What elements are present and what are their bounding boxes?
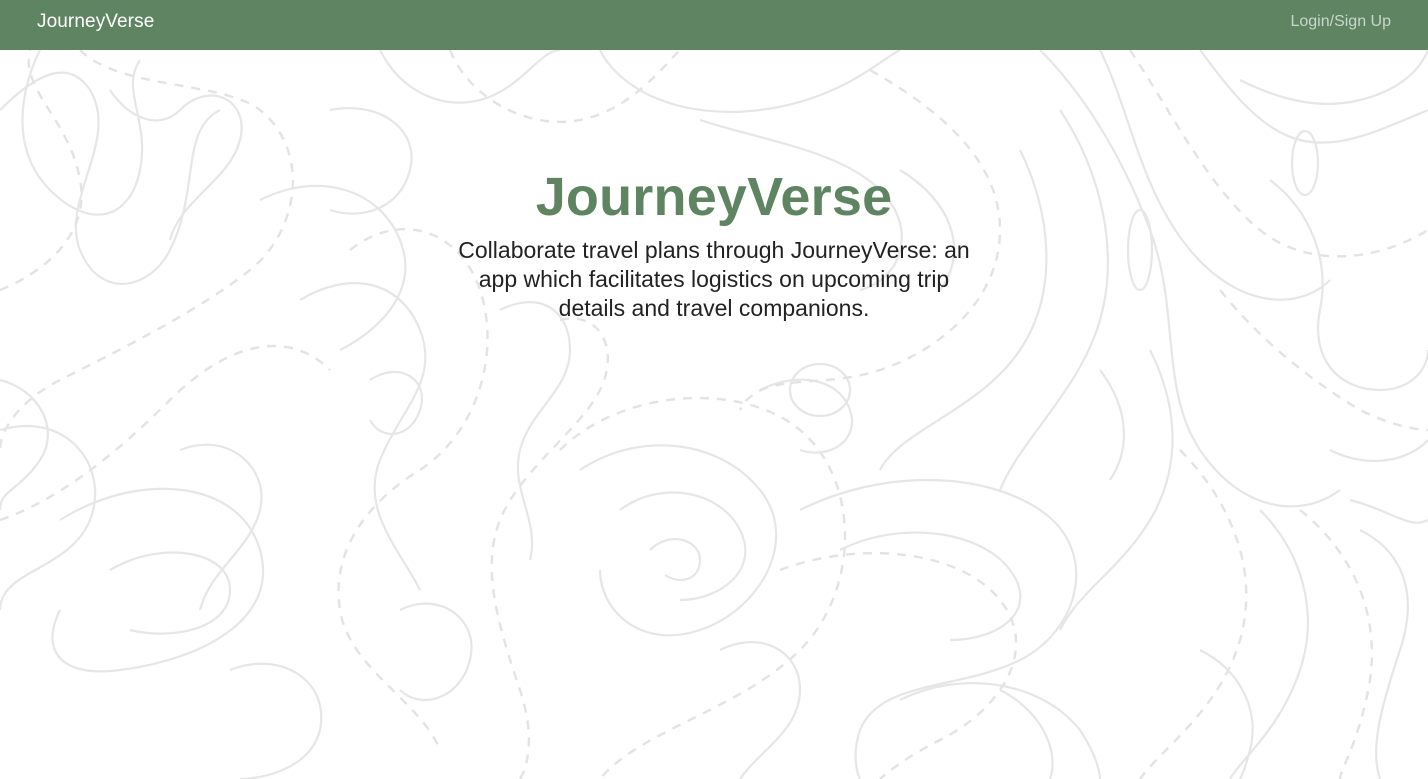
hero-title: JourneyVerse: [535, 167, 893, 227]
page: JourneyVerse Login/Sign Up JourneyVerse …: [0, 0, 1428, 779]
hero-description: Collaborate travel plans through Journey…: [458, 237, 970, 321]
hero-section: JourneyVerse Collaborate travel plans th…: [0, 166, 1428, 323]
login-signup-link[interactable]: Login/Sign Up: [1290, 13, 1391, 31]
brand-link[interactable]: JourneyVerse: [37, 11, 154, 33]
topographic-background: [0, 50, 1428, 779]
top-navbar: JourneyVerse Login/Sign Up: [0, 0, 1428, 50]
